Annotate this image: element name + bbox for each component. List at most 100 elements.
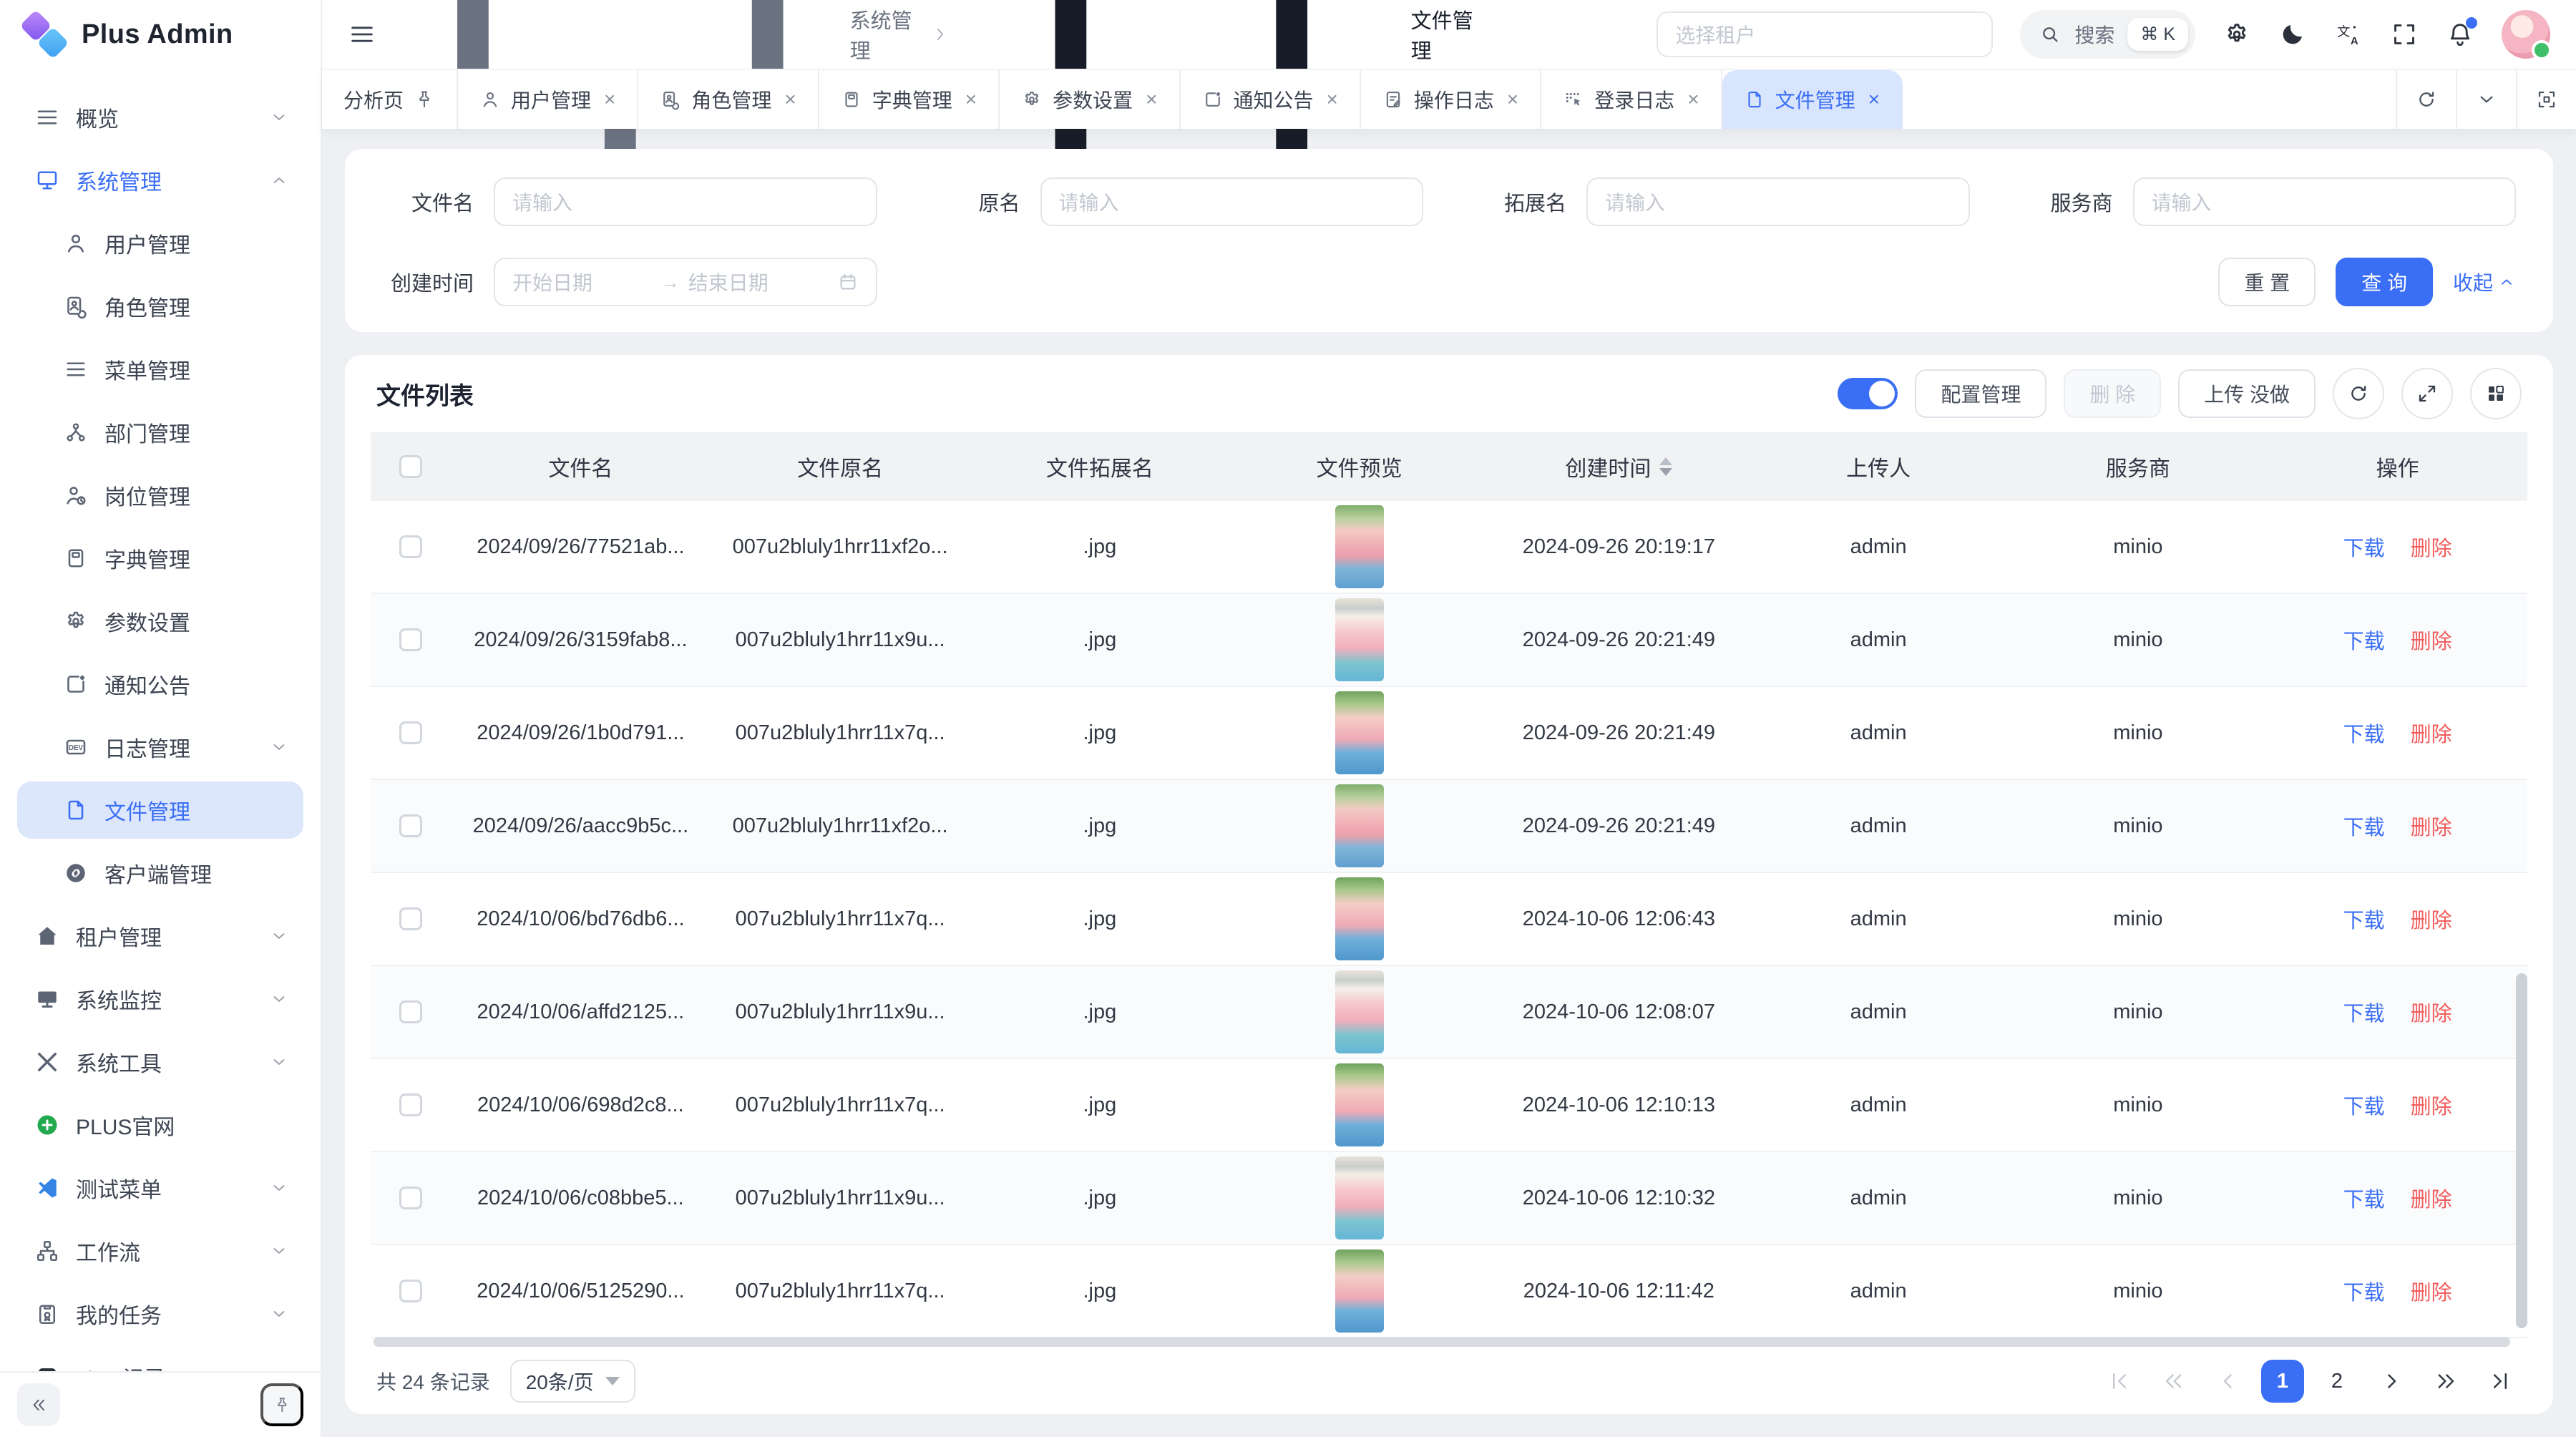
sidebar-item-gitee-log[interactable]: Ggitee记录 [17,1348,303,1371]
select-all-checkbox[interactable] [399,455,422,478]
collapse-filters-link[interactable]: 收起 [2453,268,2516,296]
file-preview-image[interactable] [1335,505,1384,588]
file-preview-image[interactable] [1335,1156,1384,1239]
translate-button[interactable]: 文A [2334,20,2363,49]
file-preview-image[interactable] [1335,598,1384,681]
row-checkbox[interactable] [399,1000,422,1023]
search-button[interactable]: 查 询 [2336,258,2433,306]
delete-link[interactable]: 删除 [2411,532,2452,562]
file-preview-image[interactable] [1335,1063,1384,1146]
download-link[interactable]: 下载 [2343,811,2385,841]
next-10-button[interactable] [2424,1360,2467,1403]
download-link[interactable]: 下载 [2343,718,2385,748]
row-checkbox[interactable] [399,1280,422,1302]
sidebar-item-workflow[interactable]: 工作流 [17,1222,303,1280]
search-toggle[interactable] [1838,378,1898,409]
sidebar-item-my-tasks[interactable]: 我的任务 [17,1285,303,1343]
download-link[interactable]: 下载 [2343,997,2385,1027]
sidebar-item-dict-management[interactable]: 字典管理 [17,530,303,587]
sidebar-item-plus-site[interactable]: PLUS官网 [17,1096,303,1154]
avatar[interactable] [2502,10,2550,59]
file-preview-image[interactable] [1335,691,1384,774]
file-preview-image[interactable] [1335,784,1384,867]
notifications-button[interactable] [2446,20,2474,49]
sidebar-item-param-settings[interactable]: 参数设置 [17,593,303,650]
vertical-scrollbar[interactable] [2516,973,2527,1328]
delete-link[interactable]: 删除 [2411,811,2452,841]
dark-mode-button[interactable] [2278,20,2307,49]
row-checkbox[interactable] [399,535,422,558]
close-icon[interactable]: × [1146,89,1157,109]
sidebar-item-system-monitor[interactable]: 系统监控 [17,970,303,1028]
file-preview-image[interactable] [1335,877,1384,960]
close-icon[interactable]: × [604,89,615,109]
close-icon[interactable]: × [965,89,977,109]
tab-file-management[interactable]: 文件管理× [1722,70,1903,129]
row-checkbox[interactable] [399,721,422,744]
row-checkbox[interactable] [399,628,422,651]
close-icon[interactable]: × [1687,89,1699,109]
sidebar-item-menu-management[interactable]: 菜单管理 [17,341,303,398]
tab-login-log[interactable]: 登录日志× [1541,70,1722,129]
download-link[interactable]: 下载 [2343,532,2385,562]
file-preview-image[interactable] [1335,970,1384,1053]
menu-toggle-button[interactable] [348,20,376,49]
tab-menu-button[interactable] [2456,70,2516,129]
row-checkbox[interactable] [399,907,422,930]
tab-dict-management[interactable]: 字典管理× [819,70,1000,129]
delete-link[interactable]: 删除 [2411,997,2452,1027]
row-checkbox[interactable] [399,1093,422,1116]
download-link[interactable]: 下载 [2343,1090,2385,1120]
delete-button[interactable]: 删 除 [2064,369,2161,418]
tenant-select[interactable]: 选择租户 [1657,11,1993,57]
delete-link[interactable]: 删除 [2411,1090,2452,1120]
column-header-5[interactable]: 创建时间 [1489,451,1749,482]
close-icon[interactable]: × [1868,89,1880,109]
sort-icon[interactable] [1659,457,1672,476]
delete-link[interactable]: 删除 [2411,904,2452,934]
sidebar-item-log-management[interactable]: DEV日志管理 [17,718,303,776]
download-link[interactable]: 下载 [2343,904,2385,934]
date-range-input[interactable]: 开始日期 → 结束日期 [494,258,877,306]
last-page-button[interactable] [2479,1360,2522,1403]
tab-notice[interactable]: 通知公告× [1181,70,1361,129]
tab-operation-log[interactable]: 操作日志× [1361,70,1541,129]
tab-user-management[interactable]: 用户管理× [458,70,638,129]
close-icon[interactable]: × [784,89,796,109]
provider-input[interactable]: 请输入 [2133,177,2517,226]
sidebar-item-system-management[interactable]: 系统管理 [17,152,303,209]
download-link[interactable]: 下载 [2343,625,2385,655]
delete-link[interactable]: 删除 [2411,1276,2452,1306]
page-button-2[interactable]: 2 [2316,1360,2358,1403]
sidebar-item-system-tools[interactable]: 系统工具 [17,1033,303,1091]
delete-link[interactable]: 删除 [2411,625,2452,655]
sidebar-item-user-management[interactable]: 用户管理 [17,215,303,272]
sidebar-item-overview[interactable]: 概览 [17,89,303,146]
column-settings-button[interactable] [2470,368,2522,419]
sidebar-item-client-management[interactable]: 客户端管理 [17,844,303,902]
horizontal-scrollbar[interactable] [374,1337,2510,1347]
fullscreen-button[interactable] [2390,20,2419,49]
filename-input[interactable]: 请输入 [494,177,877,226]
sidebar-item-test-menu[interactable]: 测试菜单 [17,1159,303,1217]
sidebar-item-role-management[interactable]: 角色管理 [17,278,303,335]
refresh-table-button[interactable] [2333,368,2384,419]
refresh-tab-button[interactable] [2396,70,2456,129]
expand-table-button[interactable] [2401,368,2453,419]
sidebar-item-notice[interactable]: 通知公告 [17,656,303,713]
settings-button[interactable] [2223,20,2251,49]
close-icon[interactable]: × [1327,89,1338,109]
sidebar-item-file-management[interactable]: 文件管理 [17,781,303,839]
page-button-1[interactable]: 1 [2261,1360,2304,1403]
collapse-sidebar-button[interactable] [17,1383,60,1426]
tab-param-settings[interactable]: 参数设置× [1000,70,1180,129]
sidebar-item-tenant-management[interactable]: 租户管理 [17,907,303,965]
download-link[interactable]: 下载 [2343,1276,2385,1306]
sidebar-item-post-management[interactable]: 岗位管理 [17,467,303,524]
file-preview-image[interactable] [1335,1250,1384,1333]
pin-icon[interactable] [414,89,435,110]
global-search-button[interactable]: 搜索 ⌘ K [2020,10,2195,59]
upload-button[interactable]: 上传 没做 [2178,369,2316,418]
tab-analysis[interactable]: 分析页 [322,70,458,129]
delete-link[interactable]: 删除 [2411,718,2452,748]
